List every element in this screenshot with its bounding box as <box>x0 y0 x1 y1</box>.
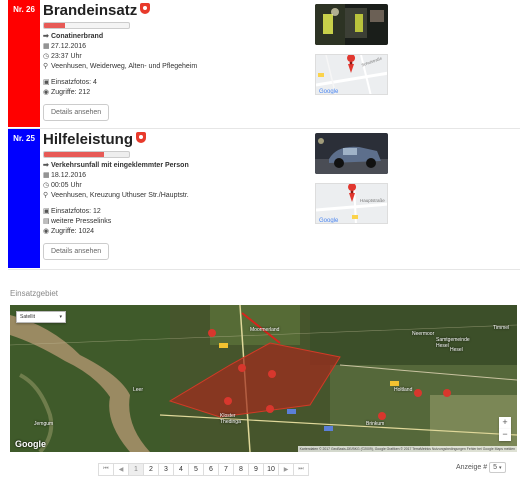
svg-text:Google: Google <box>319 218 339 224</box>
page-button[interactable]: 5 <box>188 463 204 476</box>
pagination: ⏮ ◀ 1 2 3 4 5 6 7 8 9 10 ▶ ⏭ <box>98 463 309 476</box>
map-label: Neermoor <box>412 331 435 337</box>
details-button[interactable]: Details ansehen <box>43 243 110 260</box>
progress-bar <box>43 151 130 158</box>
operations-map[interactable]: Satellit ▾ Moormerland Leer Neermoor Jemg… <box>10 305 517 452</box>
entry-photos: ▣Einsatzfotos: 4 <box>43 79 97 86</box>
section-title: Einsatzgebiet <box>10 289 59 298</box>
page-button[interactable]: 3 <box>158 463 174 476</box>
chevron-down-icon: ▾ <box>59 314 62 320</box>
arrow-right-icon: ➡ <box>43 33 49 40</box>
page-button[interactable]: 6 <box>203 463 219 476</box>
map-marker-icon: ⚲ <box>43 63 49 70</box>
entry-photo[interactable] <box>315 133 388 174</box>
page-button[interactable]: 8 <box>233 463 249 476</box>
clock-icon: ◷ <box>43 182 50 189</box>
entry-time: ◷ 00:05 Uhr <box>43 182 82 189</box>
per-page-select[interactable]: 5 ▾ <box>489 462 506 473</box>
map-attribution[interactable]: Kartendaten © 2017 GeoBasis-DE/BKG (©200… <box>297 446 517 452</box>
entry-body: Brandeinsatz ➡ Conatinerbrand ▦27.12.2016… <box>43 2 197 121</box>
picture-icon: ▣ <box>43 208 50 215</box>
entry-25: Nr. 25 Hilfeleistung ➡ Verkehrsunfall mit… <box>0 129 520 269</box>
map-label: Jemgum <box>34 421 54 427</box>
entry-title: Brandeinsatz <box>43 2 197 19</box>
page-button[interactable]: 7 <box>218 463 234 476</box>
page-button[interactable]: 1 <box>128 463 144 476</box>
eye-icon: ◉ <box>43 228 50 235</box>
minimap-street-label: Hauptstraße <box>360 198 385 203</box>
entry-type: ➡ Conatinerbrand <box>43 33 104 40</box>
entry-hits: ◉ Zugriffe: 212 <box>43 89 91 96</box>
map-label: Brinkum <box>366 421 385 427</box>
map-label: Leer <box>133 387 144 393</box>
entry-number-badge: Nr. 26 <box>8 0 40 127</box>
map-label: Timmel <box>493 325 510 331</box>
last-page-button[interactable]: ⏭ <box>293 463 309 476</box>
prev-page-button[interactable]: ◀ <box>113 463 129 476</box>
map-label: Holtland <box>394 387 413 393</box>
entry-photo[interactable] <box>315 4 388 45</box>
entry-location: ⚲ Veenhusen, Weiderweg, Alten- und Pflege… <box>43 63 198 70</box>
entry-hits: ◉ Zugriffe: 1024 <box>43 228 95 235</box>
map-label: Samtgemeinde Hesel <box>436 337 470 349</box>
first-page-button[interactable]: ⏮ <box>98 463 114 476</box>
entry-date: ▦18.12.2016 <box>43 172 87 179</box>
svg-text:Google: Google <box>319 89 339 95</box>
calendar-icon: ▦ <box>43 172 50 179</box>
entry-minimap[interactable]: Google Hauptstraße <box>315 183 388 224</box>
chevron-down-icon: ▾ <box>499 465 502 471</box>
map-label: Moormerland <box>250 327 280 333</box>
progress-bar <box>43 22 130 29</box>
entry-divider <box>8 269 520 270</box>
entry-time: ◷ 23:37 Uhr <box>43 53 82 60</box>
clock-icon: ◷ <box>43 53 50 60</box>
entry-photos: ▣Einsatzfotos: 12 <box>43 208 101 215</box>
arrow-right-icon: ➡ <box>43 162 49 169</box>
page-button[interactable]: 9 <box>248 463 264 476</box>
page-button[interactable]: 10 <box>263 463 279 476</box>
fire-department-icon <box>136 132 147 143</box>
calendar-icon: ▦ <box>43 43 50 50</box>
entry-press-links[interactable]: ▤weitere Presselinks <box>43 217 189 227</box>
entry-location: ⚲ Veenhusen, Kreuzung Uthuser Str./Haupts… <box>43 192 189 199</box>
document-icon: ▤ <box>43 218 50 225</box>
per-page-label: Anzeige # <box>456 464 488 471</box>
map-label: Kloster Thedinga <box>220 413 241 425</box>
zoom-in-button[interactable]: + <box>499 417 511 429</box>
eye-icon: ◉ <box>43 89 50 96</box>
fire-department-icon <box>140 3 151 14</box>
zoom-out-button[interactable]: − <box>499 429 511 441</box>
map-marker-icon: ⚲ <box>43 192 49 199</box>
entry-26: Nr. 26 Brandeinsatz ➡ Conatinerbrand ▦27.… <box>0 0 520 128</box>
map-type-select[interactable]: Satellit ▾ <box>16 311 66 323</box>
entry-type: ➡ Verkehrsunfall mit eingeklemmter Person <box>43 162 189 169</box>
google-logo: Google <box>15 439 46 449</box>
entry-body: Hilfeleistung ➡ Verkehrsunfall mit eingek… <box>43 131 189 260</box>
entry-date: ▦27.12.2016 <box>43 43 87 50</box>
entry-minimap[interactable]: Google Schulstraße <box>315 54 388 95</box>
per-page-control: Anzeige # 5 ▾ <box>456 462 506 473</box>
details-button[interactable]: Details ansehen <box>43 104 110 121</box>
picture-icon: ▣ <box>43 79 50 86</box>
next-page-button[interactable]: ▶ <box>278 463 294 476</box>
page-button[interactable]: 2 <box>143 463 159 476</box>
page-button[interactable]: 4 <box>173 463 189 476</box>
entry-number-badge: Nr. 25 <box>8 129 40 268</box>
entry-title: Hilfeleistung <box>43 131 189 148</box>
